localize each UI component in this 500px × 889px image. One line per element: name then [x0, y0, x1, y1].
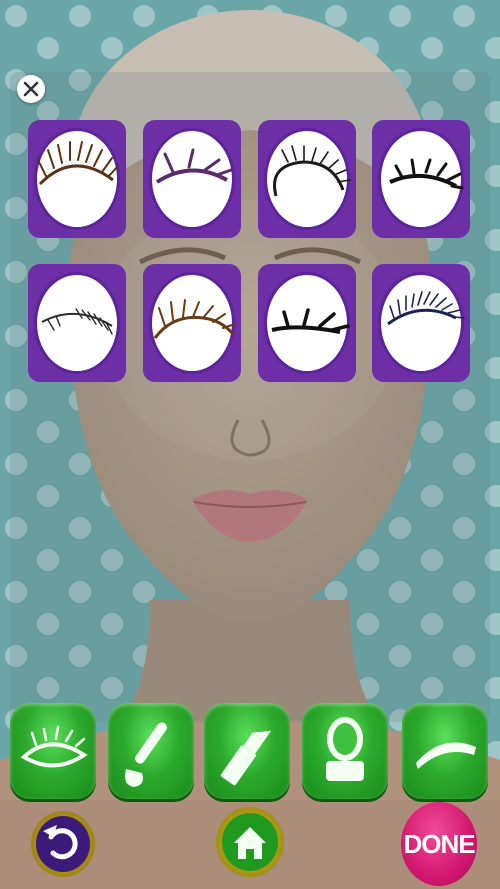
eyelash-icon — [41, 308, 113, 335]
lipstick-tool-button[interactable] — [204, 703, 290, 799]
compact-tool-button[interactable] — [302, 703, 388, 799]
done-label: DONE — [403, 828, 475, 859]
lipstick-icon — [220, 730, 272, 786]
close-button[interactable] — [17, 75, 45, 103]
eyelash-icon — [387, 291, 465, 326]
eyelash-option-5[interactable] — [28, 264, 126, 382]
eyelash-option-4[interactable] — [372, 120, 470, 238]
close-icon — [23, 81, 39, 97]
eyelash-icon — [155, 148, 233, 184]
eyelash-icon — [153, 299, 236, 339]
eyebrow-icon — [416, 742, 476, 769]
reset-button[interactable] — [31, 811, 95, 877]
brush-tool-button[interactable] — [108, 703, 194, 799]
eyelash-icon — [271, 308, 350, 334]
eyelash-option-1[interactable] — [28, 120, 126, 238]
home-icon — [234, 827, 266, 859]
eyelash-icon — [273, 145, 351, 197]
eyelash-option-2[interactable] — [143, 120, 241, 238]
home-button[interactable] — [216, 807, 284, 877]
eyebrow-tool-button[interactable] — [402, 703, 488, 799]
eyelash-icon — [389, 158, 464, 190]
eyelash-option-7[interactable] — [258, 264, 356, 382]
eyelash-option-6[interactable] — [143, 264, 241, 382]
compact-mirror-icon — [326, 717, 364, 781]
eye-lash-tool-button[interactable] — [10, 703, 96, 799]
reset-icon — [43, 825, 78, 860]
eyelash-option-8[interactable] — [372, 264, 470, 382]
eyelash-icon — [37, 141, 119, 186]
done-button[interactable]: DONE — [401, 802, 477, 886]
eye-icon — [20, 725, 88, 768]
eyelash-option-3[interactable] — [258, 120, 356, 238]
brush-icon — [125, 722, 167, 787]
